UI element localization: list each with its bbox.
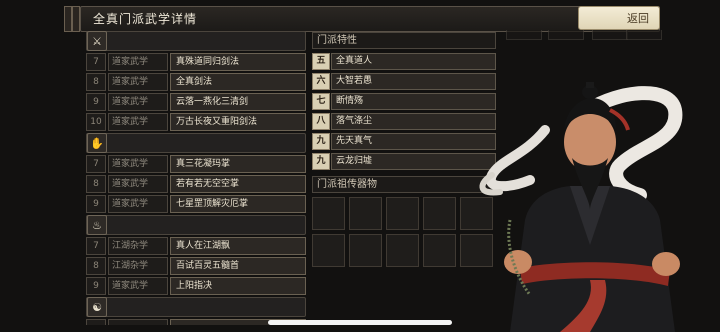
art-type: 道家武学 [108, 93, 168, 111]
treasure-slot[interactable] [423, 234, 456, 267]
art-name: 上阳指决 [170, 277, 306, 295]
martial-art-row[interactable]: 10 道家武学 万古长夜又重阳剑法 [86, 113, 306, 131]
hidden-tab [626, 30, 662, 40]
art-type: 道家武学 [108, 155, 168, 173]
art-level: 7 [86, 237, 106, 255]
art-type: 道家武学 [108, 53, 168, 71]
traits-title: 门派特性 [312, 32, 496, 49]
art-level: 7 [86, 155, 106, 173]
trait-item[interactable]: 七 断情殇 [312, 93, 496, 110]
martial-art-row[interactable]: 8 道家武学 若有若无空空掌 [86, 175, 306, 193]
art-type: 江湖杂学 [108, 237, 168, 255]
martial-art-row[interactable]: 7 江湖杂学 真人在江湖飘 [86, 237, 306, 255]
side-tab-left [64, 6, 72, 32]
art-type: 道家武学 [108, 175, 168, 193]
trait-badge: 九 [312, 133, 330, 150]
art-type: 道家武学 [108, 195, 168, 213]
treasure-grid [312, 197, 496, 267]
hidden-tab [506, 30, 542, 40]
art-level: 9 [86, 195, 106, 213]
header-bar: 全真门派武学详情 返回 [80, 6, 660, 32]
martial-art-row[interactable]: 7 道家武学 真殊道同归剑法 [86, 53, 306, 71]
category-header-sword[interactable]: ⚔ [86, 31, 306, 51]
martial-art-row[interactable]: 9 道家武学 七星罡顶解灾厄掌 [86, 195, 306, 213]
category-header-yin-yang[interactable]: ☯ [86, 297, 306, 317]
treasure-slot[interactable] [312, 197, 345, 230]
art-name: 七星罡顶解灾厄掌 [170, 195, 306, 213]
art-type-empty [108, 319, 168, 325]
martial-art-row[interactable]: 7 道家武学 真三花凝玛掌 [86, 155, 306, 173]
treasure-slot[interactable] [386, 234, 419, 267]
art-name: 百试百灵五髓首 [170, 257, 306, 275]
art-name: 全真剑法 [170, 73, 306, 91]
martial-art-row[interactable]: 9 道家武学 上阳指决 [86, 277, 306, 295]
art-level: 8 [86, 175, 106, 193]
category-header-flame[interactable]: ♨ [86, 215, 306, 235]
trait-name: 全真道人 [331, 53, 496, 70]
art-level: 9 [86, 277, 106, 295]
trait-badge: 八 [312, 113, 330, 130]
trait-badge: 六 [312, 73, 330, 90]
sword-icon: ⚔ [87, 31, 107, 51]
category-header-palm[interactable]: ✋ [86, 133, 306, 153]
treasure-slot[interactable] [423, 197, 456, 230]
flame-icon: ♨ [87, 215, 107, 235]
art-name: 真人在江湖飘 [170, 237, 306, 255]
side-tab-right [72, 6, 80, 32]
art-level: 8 [86, 73, 106, 91]
treasure-slot[interactable] [349, 197, 382, 230]
martial-art-row[interactable]: 8 江湖杂学 百试百灵五髓首 [86, 257, 306, 275]
trait-badge: 七 [312, 93, 330, 110]
hidden-tab [592, 30, 628, 40]
trait-badge: 九 [312, 153, 330, 170]
art-level-empty [86, 319, 106, 325]
art-type: 道家武学 [108, 113, 168, 131]
martial-art-row[interactable]: 8 道家武学 全真剑法 [86, 73, 306, 91]
treasures-title: 门派祖传器物 [312, 176, 496, 193]
art-level: 7 [86, 53, 106, 71]
hidden-tab [548, 30, 584, 40]
art-type: 道家武学 [108, 277, 168, 295]
art-name: 真殊道同归剑法 [170, 53, 306, 71]
treasure-slot[interactable] [312, 234, 345, 267]
yin-yang-icon: ☯ [87, 297, 107, 317]
martial-art-row[interactable]: 9 道家武学 云落一燕化三清剑 [86, 93, 306, 111]
art-level: 10 [86, 113, 106, 131]
martial-arts-list[interactable]: ⚔ 7 道家武学 真殊道同归剑法 8 道家武学 全真剑法 9 道家武学 云落一燕… [86, 31, 306, 327]
trait-badge: 五 [312, 53, 330, 70]
sect-master-portrait [479, 82, 683, 332]
art-level: 8 [86, 257, 106, 275]
home-indicator [268, 320, 452, 325]
treasure-slot[interactable] [386, 197, 419, 230]
trait-item[interactable]: 八 落气涤尘 [312, 113, 496, 130]
art-type: 江湖杂学 [108, 257, 168, 275]
art-level: 9 [86, 93, 106, 111]
palm-icon: ✋ [87, 133, 107, 153]
art-type: 道家武学 [108, 73, 168, 91]
art-name: 万古长夜又重阳剑法 [170, 113, 306, 131]
sect-info-panel: 门派特性 五 全真道人 六 大智若愚 七 断情殇 八 落气涤尘 九 先天真气 九… [312, 32, 496, 267]
treasure-slot[interactable] [349, 234, 382, 267]
art-name: 云落一燕化三清剑 [170, 93, 306, 111]
trait-item[interactable]: 五 全真道人 [312, 53, 496, 70]
trait-item[interactable]: 九 先天真气 [312, 133, 496, 150]
page-title: 全真门派武学详情 [93, 12, 198, 26]
trait-item[interactable]: 六 大智若愚 [312, 73, 496, 90]
art-name: 真三花凝玛掌 [170, 155, 306, 173]
back-button[interactable]: 返回 [578, 6, 660, 30]
trait-item[interactable]: 九 云龙归墟 [312, 153, 496, 170]
art-name: 若有若无空空掌 [170, 175, 306, 193]
